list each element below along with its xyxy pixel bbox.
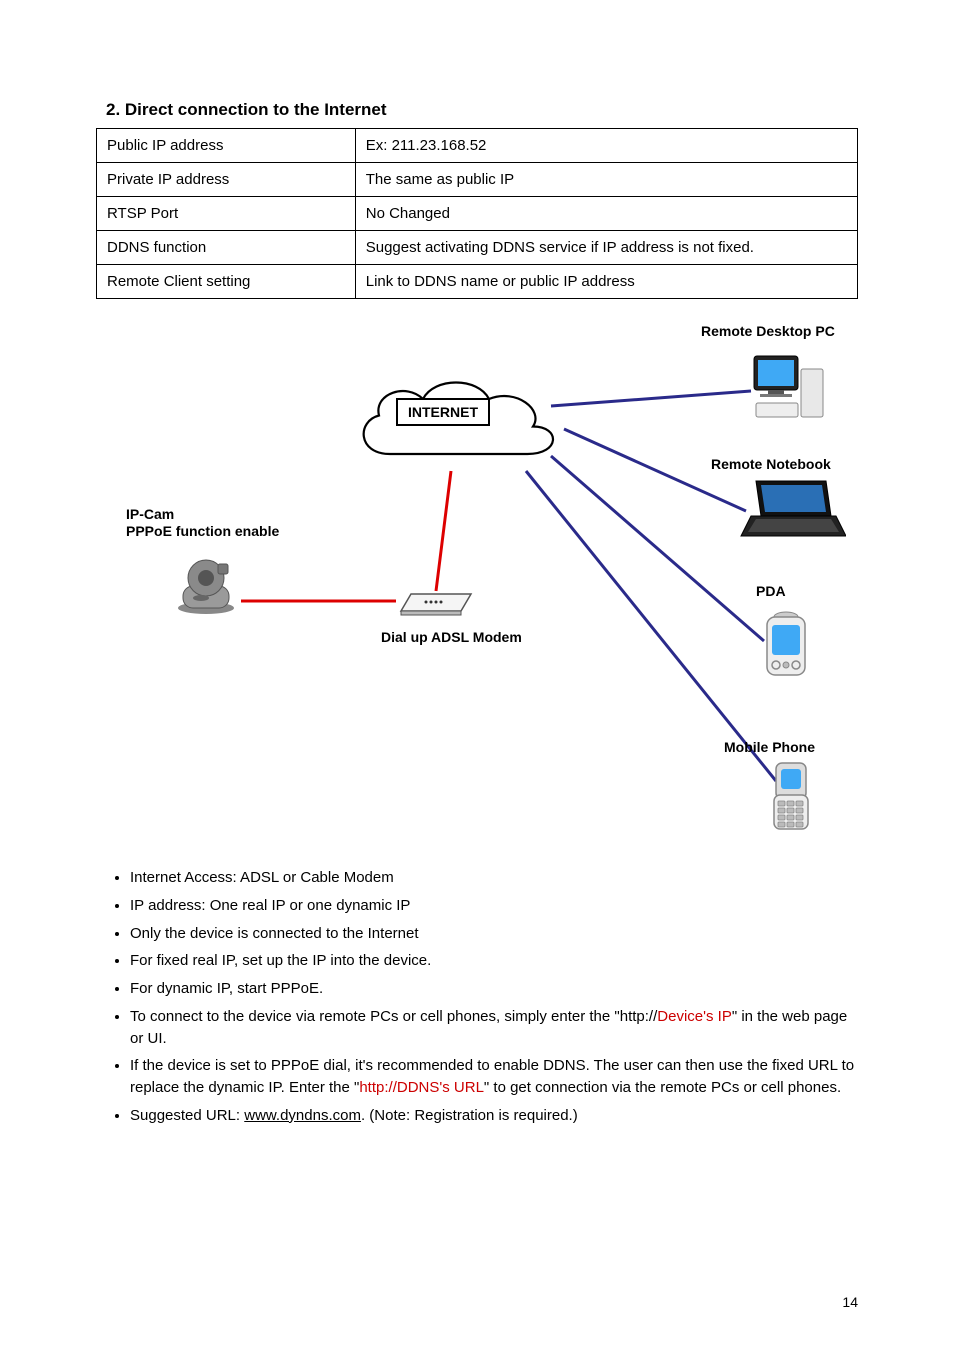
bullet-text: . (Note: Registration is required.) <box>361 1107 578 1124</box>
modem-label: Dial up ADSL Modem <box>381 629 522 645</box>
table-cell: Link to DDNS name or public IP address <box>355 265 857 299</box>
document-page: 2. Direct connection to the Internet Pub… <box>0 0 954 1350</box>
list-item: For fixed real IP, set up the IP into th… <box>130 950 858 972</box>
table-cell: Ex: 211.23.168.52 <box>355 129 857 163</box>
list-item: Suggested URL: www.dyndns.com. (Note: Re… <box>130 1105 858 1127</box>
bullet-text: " to get connection via the remote PCs o… <box>484 1079 841 1096</box>
list-item: To connect to the device via remote PCs … <box>130 1006 858 1050</box>
table-cell: No Changed <box>355 197 857 231</box>
table-row: Remote Client setting Link to DDNS name … <box>97 265 858 299</box>
section-heading: 2. Direct connection to the Internet <box>106 100 858 120</box>
table-row: Public IP address Ex: 211.23.168.52 <box>97 129 858 163</box>
table-cell: Suggest activating DDNS service if IP ad… <box>355 231 857 265</box>
page-number: 14 <box>842 1294 858 1310</box>
table-cell: Public IP address <box>97 129 356 163</box>
modem-icon <box>396 586 476 616</box>
table-row: Private IP address The same as public IP <box>97 163 858 197</box>
bullet-list: Internet Access: ADSL or Cable Modem IP … <box>130 867 858 1127</box>
list-item: For dynamic IP, start PPPoE. <box>130 978 858 1000</box>
table-cell: The same as public IP <box>355 163 857 197</box>
table-cell: RTSP Port <box>97 197 356 231</box>
red-text: Device's IP <box>657 1008 732 1025</box>
bullet-text: To connect to the device via remote PCs … <box>130 1008 657 1025</box>
list-item: Only the device is connected to the Inte… <box>130 923 858 945</box>
info-table: Public IP address Ex: 211.23.168.52 Priv… <box>96 128 858 299</box>
red-text: http://DDNS's URL <box>359 1079 484 1096</box>
ipcam-label-1: IP-Cam <box>126 506 174 522</box>
ip-camera-icon <box>171 556 241 616</box>
ddns-link[interactable]: www.dyndns.com <box>244 1107 361 1124</box>
internet-label: INTERNET <box>396 398 490 426</box>
ipcam-label-2: PPPoE function enable <box>126 523 279 539</box>
remote-desktop-label: Remote Desktop PC <box>701 323 835 339</box>
mobile-phone-label: Mobile Phone <box>724 739 815 755</box>
bullet-text: Suggested URL: <box>130 1107 244 1124</box>
pda-icon <box>761 611 811 681</box>
mobile-phone-icon <box>766 761 816 831</box>
table-cell: DDNS function <box>97 231 356 265</box>
list-item: Internet Access: ADSL or Cable Modem <box>130 867 858 889</box>
list-item: IP address: One real IP or one dynamic I… <box>130 895 858 917</box>
list-item: If the device is set to PPPoE dial, it's… <box>130 1055 858 1099</box>
remote-notebook-label: Remote Notebook <box>711 456 831 472</box>
pda-label: PDA <box>756 583 786 599</box>
laptop-icon <box>736 476 846 546</box>
table-row: DDNS function Suggest activating DDNS se… <box>97 231 858 265</box>
table-cell: Private IP address <box>97 163 356 197</box>
table-cell: Remote Client setting <box>97 265 356 299</box>
desktop-pc-icon <box>746 351 826 431</box>
network-diagram: INTERNET Dial up ADSL Modem IP-Cam PPPoE… <box>96 311 858 851</box>
table-row: RTSP Port No Changed <box>97 197 858 231</box>
